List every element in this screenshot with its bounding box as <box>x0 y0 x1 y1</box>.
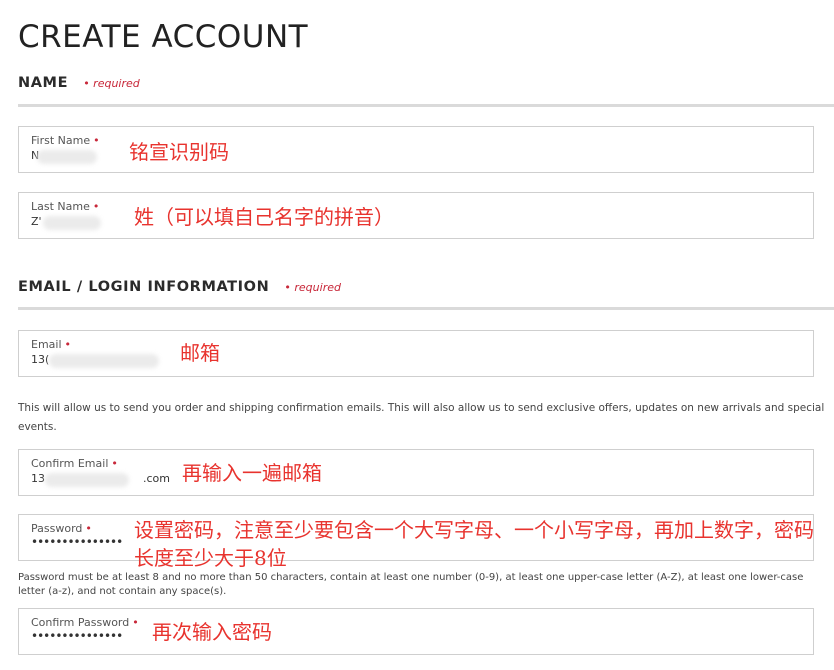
email-info-note: This will allow us to send you order and… <box>18 402 825 433</box>
first-name-redaction <box>37 150 97 164</box>
last-name-input[interactable]: Z' <box>31 215 42 228</box>
first-name-annotation: 铭宣识别码 <box>129 140 229 164</box>
section-email-header: EMAIL / LOGIN INFORMATION • required <box>18 276 341 295</box>
section-email-required: • required <box>284 281 341 294</box>
last-name-redaction <box>43 216 101 230</box>
section-name-required: • required <box>83 77 140 90</box>
last-name-label: Last Name • <box>31 200 100 213</box>
password-annotation: 设置密码，注意至少要包含一个大写字母、一个小写字母，再加上数字，密码长度至少大于… <box>134 518 814 570</box>
email-label: Email • <box>31 338 72 351</box>
email-input[interactable]: 13( <box>31 353 49 366</box>
section-name-title: NAME <box>18 75 69 91</box>
confirm-email-annotation: 再输入一遍邮箱 <box>182 461 322 485</box>
confirm-password-input[interactable]: ••••••••••••••• <box>31 629 123 643</box>
page-title: CREATE ACCOUNT <box>18 19 309 55</box>
first-name-label: First Name • <box>31 134 100 147</box>
last-name-annotation: 姓（可以填自己名字的拼音） <box>134 205 394 229</box>
email-field[interactable]: Email • 13( <box>18 330 814 377</box>
email-redaction <box>49 354 159 368</box>
password-input[interactable]: ••••••••••••••• <box>31 535 123 549</box>
section-name-divider <box>18 104 834 107</box>
confirm-password-annotation: 再次输入密码 <box>152 620 272 644</box>
confirm-email-redaction <box>45 473 129 487</box>
section-email-divider <box>18 307 834 310</box>
confirm-password-field[interactable]: Confirm Password • ••••••••••••••• <box>18 608 814 655</box>
confirm-email-label: Confirm Email • <box>31 457 118 470</box>
password-label: Password • <box>31 522 92 535</box>
email-annotation: 邮箱 <box>180 341 220 365</box>
section-email-title: EMAIL / LOGIN INFORMATION <box>18 279 270 295</box>
password-rules-note: Password must be at least 8 and no more … <box>18 572 804 597</box>
confirm-email-field[interactable]: Confirm Email • 13 .com <box>18 449 814 496</box>
section-name-header: NAME • required <box>18 72 140 91</box>
confirm-password-label: Confirm Password • <box>31 616 139 629</box>
